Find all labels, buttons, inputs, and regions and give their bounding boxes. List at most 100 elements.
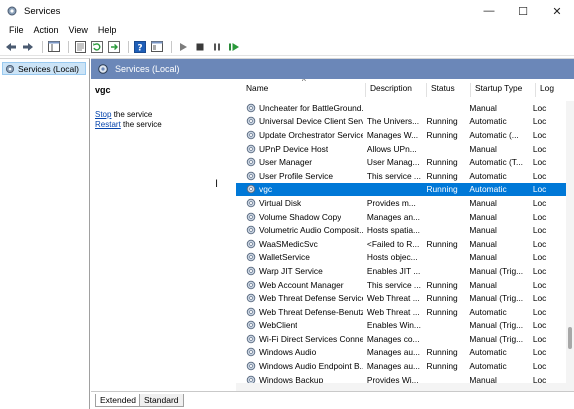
back-arrow-icon[interactable] <box>4 40 18 54</box>
window-title: Services <box>24 5 61 17</box>
services-gear-icon <box>5 64 15 73</box>
service-description-cell: Manages W... <box>366 129 419 140</box>
service-startup-type-cell: Automatic <box>469 116 507 127</box>
close-button[interactable]: ✕ <box>540 0 574 22</box>
tree-item-services-local[interactable]: Services (Local) <box>2 62 86 75</box>
table-row[interactable]: Windows Audio Endpoint B... Manages au...… <box>236 359 566 373</box>
console-tree-icon[interactable] <box>47 40 61 54</box>
stop-icon[interactable] <box>193 40 207 54</box>
service-startup-type-cell: Manual <box>469 143 497 154</box>
export-list-icon[interactable] <box>107 40 121 54</box>
service-log-on-cell: Loc <box>532 320 547 331</box>
properties-icon[interactable] <box>73 40 87 54</box>
service-name-cell: Warp JIT Service <box>236 266 363 276</box>
table-row[interactable]: vgc Running Automatic Loc <box>236 182 566 197</box>
table-row[interactable]: Warp JIT Service Enables JIT ... Manual (T… <box>236 264 566 278</box>
table-row[interactable]: WebClient Enables Win... Manual (Trig... Lo… <box>236 319 566 333</box>
horizontal-scrollbar[interactable] <box>236 383 566 391</box>
restart-icon[interactable] <box>227 40 241 54</box>
service-log-on-cell: Loc <box>532 361 547 372</box>
service-startup-type-cell: Manual (Trig... <box>469 265 524 276</box>
service-description-panel: vgc Stop the service Restart the service… <box>91 79 236 391</box>
vertical-scrollbar[interactable] <box>566 101 574 391</box>
service-startup-type-cell: Manual (Trig... <box>469 320 524 331</box>
tab-standard[interactable]: Standard <box>139 394 184 407</box>
details-pane: Services (Local) vgc Stop the service Re… <box>91 58 574 409</box>
service-name-cell: Virtual Disk <box>236 198 363 208</box>
service-name-cell: Web Threat Defense Service <box>236 293 363 303</box>
table-row[interactable]: Universal Device Client Serv... The Unive… <box>236 115 566 129</box>
table-row[interactable]: Web Threat Defense-Benutz... Web Threat .… <box>236 305 566 319</box>
service-name: Uncheater for BattleGround... <box>259 102 363 113</box>
table-row[interactable]: User Manager User Manag... Running Automati… <box>236 155 566 169</box>
service-description-cell: <Failed to R... <box>366 238 420 249</box>
table-row[interactable]: Volumetric Audio Composit... Hosts spatia… <box>236 223 566 237</box>
mmc-view-icon[interactable] <box>150 40 164 54</box>
table-row[interactable]: WaaSMedicSvc <Failed to R... Running Manual… <box>236 237 566 251</box>
table-row[interactable]: Wi-Fi Direct Services Conne... Manages co… <box>236 332 566 346</box>
table-row[interactable]: Update Orchestrator Service Manages W... R… <box>236 128 566 142</box>
service-gear-icon <box>246 320 259 330</box>
table-row[interactable]: Uncheater for BattleGround... Manual Loc <box>236 101 566 115</box>
service-name: Windows Audio Endpoint B... <box>259 361 363 372</box>
service-name-cell: WaaSMedicSvc <box>236 239 363 249</box>
column-header-log-on-as[interactable]: Log <box>536 83 574 97</box>
refresh-icon[interactable] <box>90 40 104 54</box>
service-gear-icon <box>246 157 259 167</box>
service-startup-type-cell: Automatic <box>469 184 507 195</box>
service-status-cell: Running <box>426 306 458 317</box>
service-description-cell: Enables Win... <box>366 320 421 331</box>
table-row[interactable]: Windows Audio Manages au... Running Automat… <box>236 346 566 360</box>
service-status-cell: Running <box>426 347 458 358</box>
service-description-cell: Manages an... <box>366 211 420 222</box>
help-icon[interactable]: ? <box>133 40 147 54</box>
menu-help[interactable]: Help <box>93 25 122 35</box>
table-row[interactable]: Volume Shadow Copy Manages an... Manual Loc <box>236 210 566 224</box>
service-status-cell: Running <box>426 184 458 195</box>
service-name-cell: Volumetric Audio Composit... <box>236 225 363 235</box>
table-row[interactable]: Web Account Manager This service ... Runni… <box>236 278 566 292</box>
table-row[interactable]: Virtual Disk Provides m... Manual Loc <box>236 196 566 210</box>
start-icon[interactable] <box>176 40 190 54</box>
scrollbar-thumb[interactable] <box>568 327 572 349</box>
column-header-name[interactable]: Name <box>236 83 366 97</box>
restart-service-link[interactable]: Restart <box>95 120 121 129</box>
column-header-startup-type[interactable]: Startup Type <box>471 83 536 97</box>
service-name: WaaSMedicSvc <box>259 238 318 249</box>
service-startup-type-cell: Manual <box>469 102 497 113</box>
service-name: Volume Shadow Copy <box>259 211 342 222</box>
column-header-description[interactable]: Description <box>366 83 427 97</box>
table-row[interactable]: Web Threat Defense Service Web Threat ...… <box>236 291 566 305</box>
forward-arrow-icon[interactable] <box>21 40 35 54</box>
toolbar-separator <box>128 40 129 53</box>
service-startup-type-cell: Manual <box>469 211 497 222</box>
menu-file[interactable]: File <box>4 25 29 35</box>
stop-service-link[interactable]: Stop <box>95 110 111 119</box>
service-name-cell: Universal Device Client Serv... <box>236 116 363 126</box>
service-name-cell: Web Account Manager <box>236 280 363 290</box>
tab-extended[interactable]: Extended <box>95 394 141 407</box>
service-name-cell: UPnP Device Host <box>236 144 363 154</box>
maximize-button[interactable]: ☐ <box>506 0 540 22</box>
table-row[interactable]: WalletService Hosts objec... Manual Loc <box>236 251 566 265</box>
service-gear-icon <box>246 130 259 140</box>
service-name-cell: WebClient <box>236 320 363 330</box>
service-name: Web Threat Defense Service <box>259 293 363 304</box>
service-log-on-cell: Loc <box>532 225 547 236</box>
service-gear-icon <box>246 225 259 235</box>
pause-icon[interactable] <box>210 40 224 54</box>
service-log-on-cell: Loc <box>532 184 547 195</box>
service-log-on-cell: Loc <box>532 143 547 154</box>
service-status-cell: Running <box>426 279 458 290</box>
table-row[interactable]: User Profile Service This service ... Runn… <box>236 169 566 183</box>
toolbar: ? <box>0 38 574 56</box>
list-header: Name Description Status Startup Type Log <box>236 81 574 97</box>
table-row[interactable]: UPnP Device Host Allows UPn... Manual Loc <box>236 142 566 156</box>
column-header-status[interactable]: Status <box>427 83 471 97</box>
minimize-button[interactable]: — <box>472 0 506 22</box>
service-name: WalletService <box>259 252 310 263</box>
service-log-on-cell: Loc <box>532 170 547 181</box>
service-status-cell: Running <box>426 170 458 181</box>
menu-view[interactable]: View <box>64 25 93 35</box>
menu-action[interactable]: Action <box>29 25 64 35</box>
